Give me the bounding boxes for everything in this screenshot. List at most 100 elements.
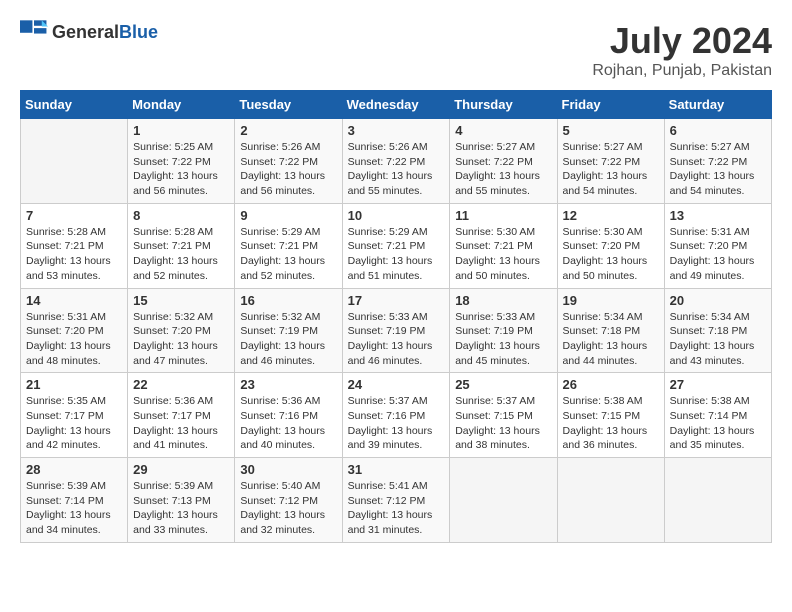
day-info: Sunrise: 5:26 AMSunset: 7:22 PMDaylight:… xyxy=(240,140,336,199)
day-number: 29 xyxy=(133,462,229,477)
calendar-cell: 10 Sunrise: 5:29 AMSunset: 7:21 PMDayligh… xyxy=(342,203,450,288)
calendar-cell: 30Sunrise: 5:40 AMSunset: 7:12 PMDayligh… xyxy=(235,458,342,543)
day-info: Sunrise: 5:31 AMSunset: 7:20 PMDaylight:… xyxy=(26,310,122,369)
day-info: Sunrise: 5:39 AMSunset: 7:14 PMDaylight:… xyxy=(26,479,122,538)
day-info: Sunrise: 5:29 AMSunset: 7:21 PMDaylight:… xyxy=(240,225,336,284)
day-info: Sunrise: 5:38 AMSunset: 7:14 PMDaylight:… xyxy=(670,394,766,453)
weekday-header: Sunday xyxy=(21,91,128,119)
calendar-cell: 4 Sunrise: 5:27 AMSunset: 7:22 PMDaylight… xyxy=(450,119,557,204)
day-number: 4 xyxy=(455,123,551,138)
logo: GeneralBlue xyxy=(20,20,158,44)
day-number: 17 xyxy=(348,293,445,308)
day-number: 31 xyxy=(348,462,445,477)
calendar-cell: 13 Sunrise: 5:31 AMSunset: 7:20 PMDayligh… xyxy=(664,203,771,288)
day-info: Sunrise: 5:37 AMSunset: 7:16 PMDaylight:… xyxy=(348,394,445,453)
day-info: Sunrise: 5:29 AMSunset: 7:21 PMDaylight:… xyxy=(348,225,445,284)
calendar-cell: 18 Sunrise: 5:33 AMSunset: 7:19 PMDayligh… xyxy=(450,288,557,373)
calendar-cell: 7 Sunrise: 5:28 AMSunset: 7:21 PMDaylight… xyxy=(21,203,128,288)
day-info: Sunrise: 5:28 AMSunset: 7:21 PMDaylight:… xyxy=(26,225,122,284)
day-info: Sunrise: 5:40 AMSunset: 7:12 PMDaylight:… xyxy=(240,479,336,538)
day-number: 26 xyxy=(563,377,659,392)
day-info: Sunrise: 5:33 AMSunset: 7:19 PMDaylight:… xyxy=(455,310,551,369)
title-block: July 2024 Rojhan, Punjab, Pakistan xyxy=(592,20,772,80)
day-number: 20 xyxy=(670,293,766,308)
logo-icon xyxy=(20,20,48,44)
calendar-week-row: 7 Sunrise: 5:28 AMSunset: 7:21 PMDaylight… xyxy=(21,203,772,288)
calendar-cell: 26 Sunrise: 5:38 AMSunset: 7:15 PMDayligh… xyxy=(557,373,664,458)
day-info: Sunrise: 5:28 AMSunset: 7:21 PMDaylight:… xyxy=(133,225,229,284)
day-number: 22 xyxy=(133,377,229,392)
day-number: 28 xyxy=(26,462,122,477)
calendar-table: SundayMondayTuesdayWednesdayThursdayFrid… xyxy=(20,90,772,543)
day-info: Sunrise: 5:25 AMSunset: 7:22 PMDaylight:… xyxy=(133,140,229,199)
calendar-cell: 28 Sunrise: 5:39 AMSunset: 7:14 PMDayligh… xyxy=(21,458,128,543)
day-info: Sunrise: 5:38 AMSunset: 7:15 PMDaylight:… xyxy=(563,394,659,453)
calendar-cell: 16Sunrise: 5:32 AMSunset: 7:19 PMDayligh… xyxy=(235,288,342,373)
day-number: 25 xyxy=(455,377,551,392)
calendar-cell: 2 Sunrise: 5:26 AMSunset: 7:22 PMDaylight… xyxy=(235,119,342,204)
day-info: Sunrise: 5:37 AMSunset: 7:15 PMDaylight:… xyxy=(455,394,551,453)
day-number: 7 xyxy=(26,208,122,223)
calendar-cell: 14Sunrise: 5:31 AMSunset: 7:20 PMDayligh… xyxy=(21,288,128,373)
calendar-week-row: 1 Sunrise: 5:25 AMSunset: 7:22 PMDaylight… xyxy=(21,119,772,204)
weekday-header: Wednesday xyxy=(342,91,450,119)
calendar-cell: 12 Sunrise: 5:30 AMSunset: 7:20 PMDayligh… xyxy=(557,203,664,288)
day-number: 1 xyxy=(133,123,229,138)
day-info: Sunrise: 5:32 AMSunset: 7:19 PMDaylight:… xyxy=(240,310,336,369)
day-number: 13 xyxy=(670,208,766,223)
calendar-cell: 19 Sunrise: 5:34 AMSunset: 7:18 PMDayligh… xyxy=(557,288,664,373)
calendar-cell: 3 Sunrise: 5:26 AMSunset: 7:22 PMDaylight… xyxy=(342,119,450,204)
calendar-cell: 20 Sunrise: 5:34 AMSunset: 7:18 PMDayligh… xyxy=(664,288,771,373)
day-info: Sunrise: 5:34 AMSunset: 7:18 PMDaylight:… xyxy=(563,310,659,369)
day-info: Sunrise: 5:34 AMSunset: 7:18 PMDaylight:… xyxy=(670,310,766,369)
calendar-cell: 6 Sunrise: 5:27 AMSunset: 7:22 PMDaylight… xyxy=(664,119,771,204)
day-info: Sunrise: 5:35 AMSunset: 7:17 PMDaylight:… xyxy=(26,394,122,453)
calendar-cell: 8Sunrise: 5:28 AMSunset: 7:21 PMDaylight… xyxy=(128,203,235,288)
logo-blue: Blue xyxy=(119,22,158,42)
day-info: Sunrise: 5:41 AMSunset: 7:12 PMDaylight:… xyxy=(348,479,445,538)
calendar-cell: 17Sunrise: 5:33 AMSunset: 7:19 PMDayligh… xyxy=(342,288,450,373)
calendar-cell: 1 Sunrise: 5:25 AMSunset: 7:22 PMDaylight… xyxy=(128,119,235,204)
calendar-cell: 23Sunrise: 5:36 AMSunset: 7:16 PMDayligh… xyxy=(235,373,342,458)
day-info: Sunrise: 5:36 AMSunset: 7:17 PMDaylight:… xyxy=(133,394,229,453)
day-number: 12 xyxy=(563,208,659,223)
page-header: GeneralBlue July 2024 Rojhan, Punjab, Pa… xyxy=(20,20,772,80)
day-info: Sunrise: 5:26 AMSunset: 7:22 PMDaylight:… xyxy=(348,140,445,199)
day-number: 6 xyxy=(670,123,766,138)
logo-text: GeneralBlue xyxy=(52,22,158,43)
calendar-cell: 24 Sunrise: 5:37 AMSunset: 7:16 PMDayligh… xyxy=(342,373,450,458)
weekday-header: Tuesday xyxy=(235,91,342,119)
day-number: 5 xyxy=(563,123,659,138)
weekday-header: Thursday xyxy=(450,91,557,119)
calendar-cell xyxy=(450,458,557,543)
day-info: Sunrise: 5:31 AMSunset: 7:20 PMDaylight:… xyxy=(670,225,766,284)
calendar-cell: 22 Sunrise: 5:36 AMSunset: 7:17 PMDayligh… xyxy=(128,373,235,458)
calendar-cell xyxy=(21,119,128,204)
day-number: 15 xyxy=(133,293,229,308)
day-info: Sunrise: 5:27 AMSunset: 7:22 PMDaylight:… xyxy=(563,140,659,199)
day-number: 18 xyxy=(455,293,551,308)
day-number: 11 xyxy=(455,208,551,223)
calendar-cell: 9Sunrise: 5:29 AMSunset: 7:21 PMDaylight… xyxy=(235,203,342,288)
day-info: Sunrise: 5:36 AMSunset: 7:16 PMDaylight:… xyxy=(240,394,336,453)
day-info: Sunrise: 5:27 AMSunset: 7:22 PMDaylight:… xyxy=(670,140,766,199)
day-number: 27 xyxy=(670,377,766,392)
weekday-header: Saturday xyxy=(664,91,771,119)
day-info: Sunrise: 5:30 AMSunset: 7:20 PMDaylight:… xyxy=(563,225,659,284)
calendar-cell xyxy=(664,458,771,543)
day-info: Sunrise: 5:27 AMSunset: 7:22 PMDaylight:… xyxy=(455,140,551,199)
calendar-cell: 29 Sunrise: 5:39 AMSunset: 7:13 PMDayligh… xyxy=(128,458,235,543)
day-number: 3 xyxy=(348,123,445,138)
day-info: Sunrise: 5:30 AMSunset: 7:21 PMDaylight:… xyxy=(455,225,551,284)
day-number: 19 xyxy=(563,293,659,308)
day-number: 10 xyxy=(348,208,445,223)
calendar-cell: 27 Sunrise: 5:38 AMSunset: 7:14 PMDayligh… xyxy=(664,373,771,458)
day-number: 24 xyxy=(348,377,445,392)
logo-general: General xyxy=(52,22,119,42)
calendar-cell: 11 Sunrise: 5:30 AMSunset: 7:21 PMDayligh… xyxy=(450,203,557,288)
day-number: 2 xyxy=(240,123,336,138)
weekday-header-row: SundayMondayTuesdayWednesdayThursdayFrid… xyxy=(21,91,772,119)
day-number: 21 xyxy=(26,377,122,392)
day-info: Sunrise: 5:39 AMSunset: 7:13 PMDaylight:… xyxy=(133,479,229,538)
calendar-cell xyxy=(557,458,664,543)
